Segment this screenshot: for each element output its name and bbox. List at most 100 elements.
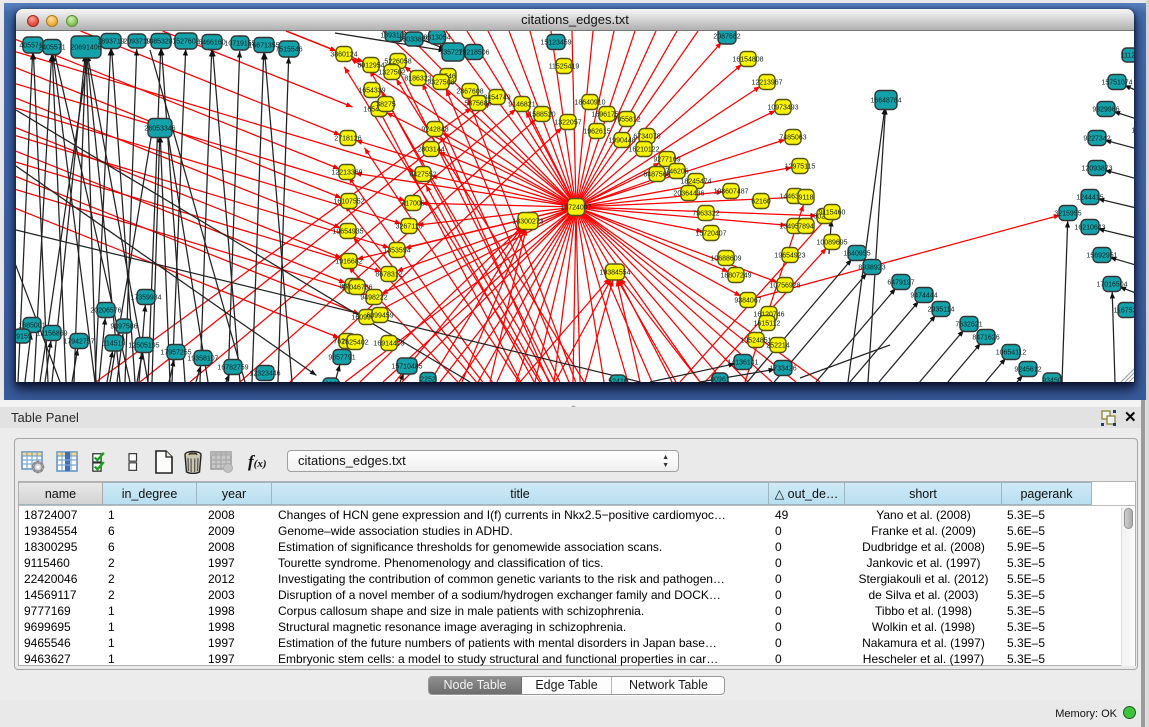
svg-text:17359934: 17359934 xyxy=(130,295,161,302)
svg-text:1322057: 1322057 xyxy=(554,120,581,127)
svg-text:18245474: 18245474 xyxy=(680,179,711,186)
svg-text:1167531: 1167531 xyxy=(1114,308,1134,315)
svg-text:2935114: 2935114 xyxy=(928,307,955,314)
svg-text:6734078: 6734078 xyxy=(633,134,660,141)
svg-text:8938923: 8938923 xyxy=(858,265,885,272)
svg-text:26053346: 26053346 xyxy=(144,126,175,133)
svg-text:9857791: 9857791 xyxy=(328,355,355,362)
svg-text:9384067: 9384067 xyxy=(734,298,761,305)
svg-text:1962615: 1962615 xyxy=(583,129,610,136)
svg-text:20364436: 20364436 xyxy=(673,191,704,198)
svg-text:6479197: 6479197 xyxy=(887,280,914,287)
svg-text:15692951: 15692951 xyxy=(1086,253,1117,260)
svg-text:19218506: 19218506 xyxy=(458,50,489,57)
svg-text:1327502: 1327502 xyxy=(378,70,405,77)
svg-text:16782759: 16782759 xyxy=(217,365,248,372)
svg-text:9227342: 9227342 xyxy=(1083,136,1110,143)
svg-text:15720407: 15720407 xyxy=(695,231,726,238)
svg-text:52410: 52410 xyxy=(608,379,628,383)
svg-text:19384554: 19384554 xyxy=(599,270,630,277)
svg-text:13300273: 13300273 xyxy=(512,219,543,226)
svg-text:16914479: 16914479 xyxy=(373,341,404,348)
svg-text:19654923: 19654923 xyxy=(774,253,805,260)
svg-text:108607487: 108607487 xyxy=(713,189,748,196)
svg-text:15751074: 15751074 xyxy=(1101,80,1132,87)
svg-text:9397586: 9397586 xyxy=(110,324,137,331)
svg-text:9474444: 9474444 xyxy=(910,293,937,300)
svg-text:9146821: 9146821 xyxy=(508,102,535,109)
svg-text:14136141: 14136141 xyxy=(727,360,758,367)
svg-text:19654935: 19654935 xyxy=(332,229,363,236)
svg-text:11121: 11121 xyxy=(1121,53,1134,60)
svg-text:15123459: 15123459 xyxy=(540,40,571,47)
svg-text:417006: 417006 xyxy=(401,201,424,208)
svg-text:9329966: 9329966 xyxy=(1092,107,1119,114)
svg-text:1640955: 1640955 xyxy=(843,251,870,258)
svg-text:93450: 93450 xyxy=(1042,378,1062,383)
svg-text:9118: 9118 xyxy=(798,195,813,202)
svg-text:1353594: 1353594 xyxy=(383,248,410,255)
svg-text:12093873: 12093873 xyxy=(1081,166,1112,173)
svg-text:38275: 38275 xyxy=(376,102,396,109)
svg-text:80961: 80961 xyxy=(710,377,730,383)
svg-text:8912954: 8912954 xyxy=(357,63,384,70)
svg-text:2803144: 2803144 xyxy=(417,147,444,154)
svg-text:7485063: 7485063 xyxy=(779,135,806,142)
svg-text:129396: 129396 xyxy=(1131,128,1134,135)
svg-text:62160: 62160 xyxy=(751,199,771,206)
svg-text:9277169: 9277169 xyxy=(653,157,680,164)
svg-text:9242848: 9242848 xyxy=(421,127,448,134)
svg-text:2087662: 2087662 xyxy=(713,34,740,41)
svg-text:7955812: 7955812 xyxy=(613,117,640,124)
svg-text:12505195: 12505195 xyxy=(128,343,159,350)
svg-text:1916682: 1916682 xyxy=(335,259,362,266)
svg-text:16648784: 16648784 xyxy=(870,98,901,105)
svg-text:12156869: 12156869 xyxy=(36,331,67,338)
svg-text:10973493: 10973493 xyxy=(767,105,798,112)
svg-text:9245612: 9245612 xyxy=(1014,367,1041,374)
svg-text:10756928: 10756928 xyxy=(769,283,800,290)
svg-text:10089695: 10089695 xyxy=(816,240,847,247)
svg-text:3267110: 3267110 xyxy=(396,224,423,231)
svg-text:7515546: 7515546 xyxy=(275,47,302,54)
svg-text:8678312: 8678312 xyxy=(375,272,402,279)
svg-text:2718126: 2718126 xyxy=(334,136,361,143)
svg-text:8813054: 8813054 xyxy=(423,35,450,42)
svg-text:16210122: 16210122 xyxy=(628,147,659,154)
svg-text:2405571: 2405571 xyxy=(38,45,65,52)
svg-text:7894: 7894 xyxy=(798,224,814,231)
svg-text:12323446: 12323446 xyxy=(249,371,280,378)
svg-text:90235: 90235 xyxy=(321,382,341,383)
svg-text:1244415: 1244415 xyxy=(1076,195,1103,202)
svg-text:1654339: 1654339 xyxy=(358,88,385,95)
svg-text:16154808: 16154808 xyxy=(732,57,763,64)
svg-text:1588520: 1588520 xyxy=(528,112,555,119)
svg-text:7963322: 7963322 xyxy=(692,211,719,218)
svg-text:12975115: 12975115 xyxy=(785,164,816,171)
svg-text:10688609: 10688609 xyxy=(710,256,741,263)
svg-text:6487568: 6487568 xyxy=(643,172,670,179)
svg-text:1990448: 1990448 xyxy=(608,138,635,145)
svg-text:39159: 39159 xyxy=(16,334,32,341)
svg-text:18640910: 18640910 xyxy=(574,100,605,107)
svg-text:9498222: 9498222 xyxy=(360,295,387,302)
svg-text:12213369: 12213369 xyxy=(331,170,362,177)
svg-text:2252: 2252 xyxy=(420,377,436,383)
svg-text:15710485: 15710485 xyxy=(391,364,422,371)
svg-text:3860124: 3860124 xyxy=(330,52,357,59)
svg-text:16107552: 16107552 xyxy=(333,199,364,206)
svg-text:8471626: 8471626 xyxy=(972,335,999,342)
svg-text:1615112: 1615112 xyxy=(754,321,781,328)
svg-text:17942757: 17942757 xyxy=(63,339,94,346)
svg-text:16210643: 16210643 xyxy=(1074,225,1105,232)
svg-text:20206576: 20206576 xyxy=(90,308,121,315)
svg-text:5875685: 5875685 xyxy=(464,101,491,108)
svg-text:8427552: 8427552 xyxy=(409,172,436,179)
svg-text:6466160: 6466160 xyxy=(198,40,225,47)
svg-text:10654112: 10654112 xyxy=(996,350,1027,357)
svg-text:6099459: 6099459 xyxy=(366,313,393,320)
svg-text:252214: 252214 xyxy=(766,343,789,350)
svg-text:11525419: 11525419 xyxy=(549,64,580,71)
svg-text:2867608: 2867608 xyxy=(456,89,483,96)
svg-text:18724007: 18724007 xyxy=(560,205,591,212)
